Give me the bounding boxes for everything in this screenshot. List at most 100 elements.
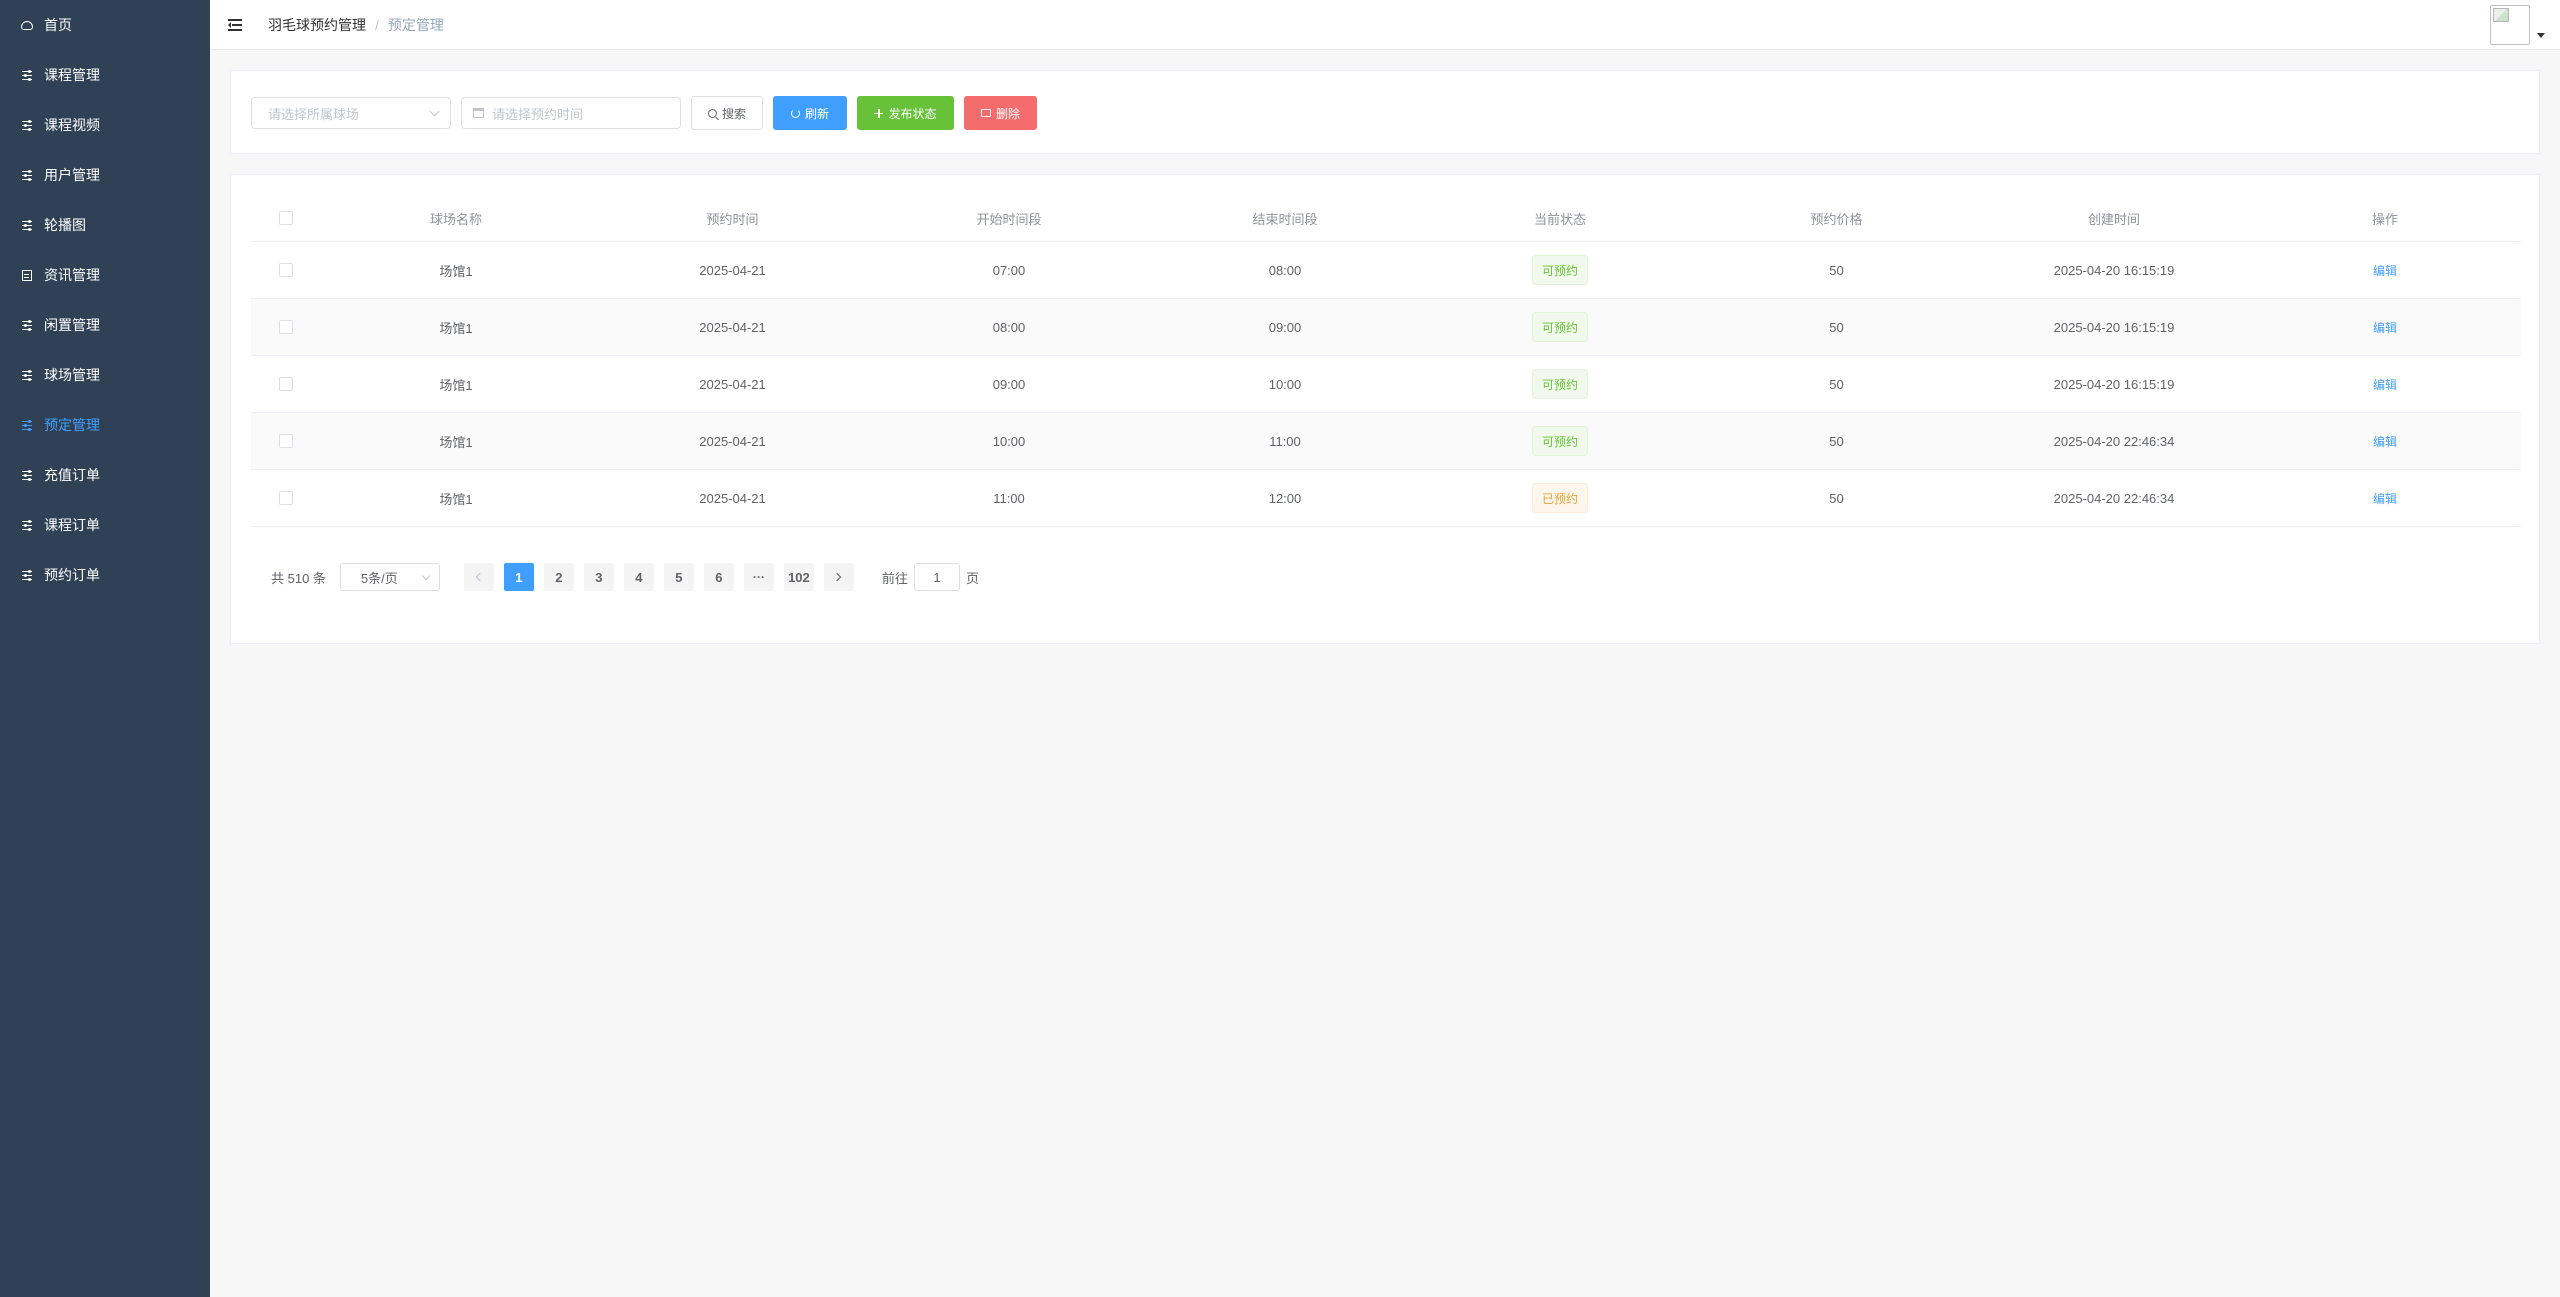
page-size-select[interactable]: 5条/页 [339,563,440,591]
select-all-cell [251,211,321,225]
sidebar-item-reservations[interactable]: 预定管理 [0,400,210,450]
sidebar-item-course-videos[interactable]: 课程视频 [0,100,210,150]
next-page-button[interactable] [823,563,854,591]
row-select-cell [251,320,321,334]
edit-link[interactable]: 编辑 [2373,264,2397,278]
edit-link[interactable]: 编辑 [2373,435,2397,449]
row-checkbox[interactable] [279,263,293,277]
status-cell: 已预约 [1426,483,1694,513]
sidebar-item-course-orders[interactable]: 课程订单 [0,500,210,550]
edit-link[interactable]: 编辑 [2373,492,2397,506]
sliders-icon [20,318,34,332]
booking-date-cell: 2025-04-21 [699,262,766,278]
sidebar-item-booking-orders[interactable]: 预约订单 [0,550,210,600]
venue-name-cell: 场馆1 [439,320,473,336]
avatar[interactable] [2490,5,2530,45]
sliders-icon [20,118,34,132]
menu-toggle-icon[interactable] [226,15,246,35]
page-number[interactable]: 3 [583,563,614,591]
sidebar-item-idle[interactable]: 闲置管理 [0,300,210,350]
page-number[interactable]: 4 [623,563,654,591]
start-time-cell: 09:00 [992,376,1026,392]
sidebar-item-label: 闲置管理 [44,317,100,333]
status-cell: 可预约 [1426,369,1694,399]
created-time-cell: 2025-04-20 16:15:19 [2053,376,2175,392]
booking-date-cell: 2025-04-21 [699,490,766,506]
refresh-button[interactable]: 刷新 [773,96,847,130]
sidebar-item-home[interactable]: 首页 [0,0,210,50]
goto-prefix: 前往 [881,570,908,586]
edit-link[interactable]: 编辑 [2373,321,2397,335]
date-picker-input[interactable]: 请选择预约时间 [461,97,681,129]
sidebar-item-label: 预定管理 [44,417,100,433]
sidebar-item-carousel[interactable]: 轮播图 [0,200,210,250]
sidebar-item-users[interactable]: 用户管理 [0,150,210,200]
venue-name-cell: 场馆1 [439,263,473,279]
table-row: 场馆1 2025-04-21 08:00 09:00 可预约 50 2025-0… [251,299,2521,356]
column-header: 预约时间 [706,211,759,227]
sidebar-item-news[interactable]: 资讯管理 [0,250,210,300]
page-number[interactable]: 5 [663,563,694,591]
sidebar-item-recharge-orders[interactable]: 充值订单 [0,450,210,500]
page-number[interactable]: 6 [703,563,734,591]
search-button[interactable]: 搜索 [691,96,763,130]
sidebar-item-courses[interactable]: 课程管理 [0,50,210,100]
sidebar-item-label: 球场管理 [44,367,100,383]
actions-cell: 编辑 [2249,262,2521,279]
filter-toolbar: 请选择所属球场 请选择预约时间 搜索 刷新 发布状态 删除 [230,70,2540,154]
price-cell: 50 [1829,490,1844,506]
goto-page-input[interactable] [913,563,960,591]
sliders-icon [20,168,34,182]
page-number[interactable]: 102 [783,563,814,591]
goto-suffix: 页 [965,570,979,586]
created-time-cell: 2025-04-20 16:15:19 [2053,319,2175,335]
actions-cell: 编辑 [2249,319,2521,336]
sliders-icon [20,218,34,232]
delete-button-label: 删除 [995,106,1020,121]
goto-page: 前往 页 [882,563,979,591]
end-time-cell: 10:00 [1268,376,1302,392]
delete-button[interactable]: 删除 [964,96,1037,130]
row-checkbox[interactable] [279,434,293,448]
column-header: 预约价格 [1810,211,1863,227]
edit-link[interactable]: 编辑 [2373,378,2397,392]
page-number[interactable]: 1 [503,563,534,591]
row-checkbox[interactable] [279,491,293,505]
sliders-icon [20,468,34,482]
price-cell: 50 [1829,376,1844,392]
column-header: 球场名称 [429,211,482,227]
page-size-value: 5条/页 [360,570,398,586]
calendar-icon [473,108,484,118]
publish-status-button[interactable]: 发布状态 [857,96,954,130]
search-button-label: 搜索 [721,106,746,121]
sliders-icon [20,418,34,432]
more-pages-icon[interactable]: ··· [743,563,774,591]
table-row: 场馆1 2025-04-21 09:00 10:00 可预约 50 2025-0… [251,356,2521,413]
booking-date-cell: 2025-04-21 [699,319,766,335]
status-badge: 可预约 [1531,312,1588,342]
publish-button-label: 发布状态 [888,106,937,121]
row-select-cell [251,491,321,505]
row-checkbox[interactable] [279,377,293,391]
sliders-icon [20,518,34,532]
venue-select[interactable]: 请选择所属球场 [251,97,451,129]
sidebar-item-label: 课程管理 [44,67,100,83]
caret-down-icon[interactable] [2537,33,2545,38]
column-header: 开始时间段 [976,211,1042,227]
sidebar-item-label: 资讯管理 [44,267,100,283]
end-time-cell: 09:00 [1268,319,1302,335]
chevron-down-icon [429,106,440,117]
status-cell: 可预约 [1426,255,1694,285]
page-number[interactable]: 2 [543,563,574,591]
table-row: 场馆1 2025-04-21 10:00 11:00 可预约 50 2025-0… [251,413,2521,470]
select-all-checkbox[interactable] [279,211,293,225]
prev-page-button[interactable] [463,563,494,591]
refresh-button-label: 刷新 [804,106,829,121]
venue-name-cell: 场馆1 [439,377,473,393]
chevron-right-icon [833,572,842,582]
row-checkbox[interactable] [279,320,293,334]
breadcrumb-root[interactable]: 羽毛球预约管理 [268,15,366,35]
table-row: 场馆1 2025-04-21 07:00 08:00 可预约 50 2025-0… [251,242,2521,299]
sidebar-item-courts[interactable]: 球场管理 [0,350,210,400]
sidebar-item-label: 预约订单 [44,567,100,583]
